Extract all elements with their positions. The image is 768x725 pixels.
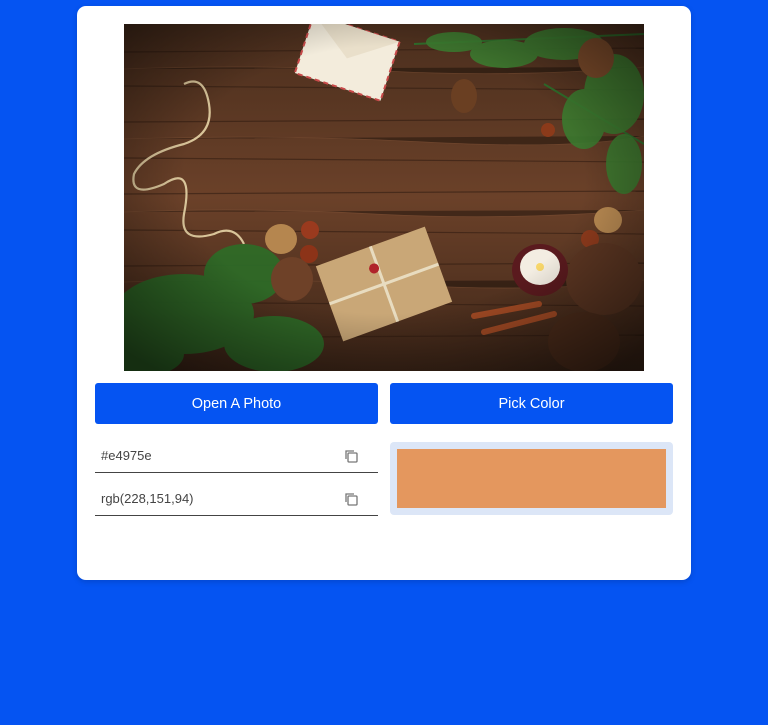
hex-input[interactable] [95, 440, 337, 470]
pick-color-button[interactable]: Pick Color [390, 383, 673, 424]
rgb-field [95, 483, 378, 516]
rgb-input[interactable] [95, 483, 337, 513]
color-swatch-frame [390, 442, 673, 515]
copy-icon[interactable] [344, 492, 358, 506]
hex-field [95, 440, 378, 473]
copy-icon[interactable] [344, 449, 358, 463]
photo-preview[interactable] [124, 24, 644, 371]
photo-image [124, 24, 644, 371]
open-photo-button[interactable]: Open A Photo [95, 383, 378, 424]
color-picker-card: Open A Photo Pick Color [77, 6, 691, 580]
color-swatch [397, 449, 666, 508]
